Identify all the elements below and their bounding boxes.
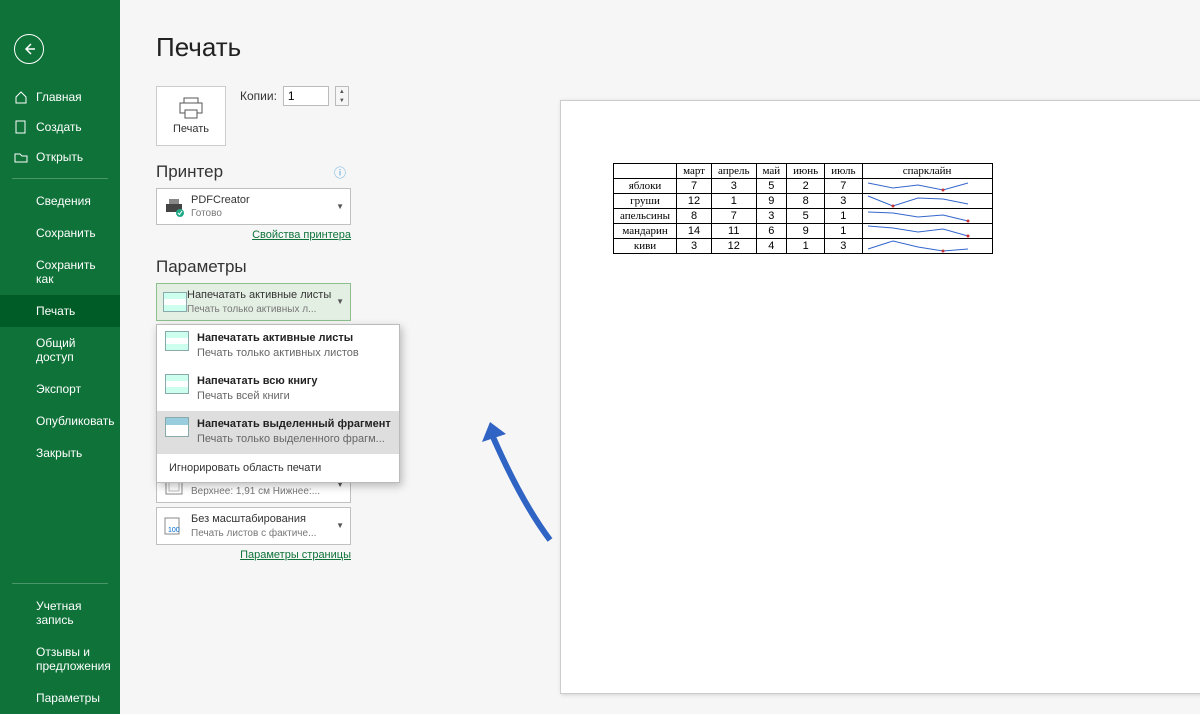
sidebar-separator bbox=[12, 583, 108, 584]
printer-icon bbox=[178, 97, 204, 119]
sidebar-saveas[interactable]: Сохранить как bbox=[0, 249, 120, 295]
backstage-sidebar: Главная Создать Открыть Сведения Сохрани… bbox=[0, 0, 120, 714]
sidebar-label: Создать bbox=[36, 120, 82, 134]
printer-properties-link[interactable]: Свойства принтера bbox=[252, 229, 351, 241]
sheets-icon bbox=[165, 374, 189, 394]
popup-ignore-print-area[interactable]: Игнорировать область печати bbox=[157, 454, 399, 482]
sidebar-info[interactable]: Сведения bbox=[0, 185, 120, 217]
sparkline-icon bbox=[863, 239, 993, 253]
chevron-down-icon: ▼ bbox=[336, 297, 344, 306]
chevron-down-icon: ▼ bbox=[336, 521, 344, 530]
printer-dropdown[interactable]: PDFCreatorГотово ▼ bbox=[156, 188, 351, 225]
copies-label: Копии: bbox=[240, 89, 277, 103]
copies-spinner[interactable]: ▲▼ bbox=[335, 86, 349, 106]
sidebar-label: Главная bbox=[36, 90, 82, 104]
sparkline-icon bbox=[863, 209, 993, 223]
chevron-down-icon: ▼ bbox=[336, 202, 344, 211]
popup-entire-workbook[interactable]: Напечатать всю книгуПечать всей книги bbox=[157, 368, 399, 411]
sidebar-open[interactable]: Открыть bbox=[0, 142, 120, 172]
scaling-dropdown[interactable]: 100 Без масштабированияПечать листов с ф… bbox=[156, 507, 351, 544]
annotation-arrow bbox=[480, 420, 570, 550]
sidebar-feedback[interactable]: Отзывы и предложения bbox=[0, 636, 120, 682]
table-header-row: март апрель май июнь июль спарклайн bbox=[614, 164, 993, 179]
print-button[interactable]: Печать bbox=[156, 86, 226, 146]
open-icon bbox=[14, 150, 28, 164]
page-title: Печать bbox=[156, 32, 1200, 63]
printer-heading: Принтер ⓘ bbox=[156, 162, 476, 182]
sidebar-print[interactable]: Печать bbox=[0, 295, 120, 327]
print-what-dropdown[interactable]: Напечатать активные листыПечать только а… bbox=[156, 283, 351, 320]
scaling-icon: 100 bbox=[163, 515, 185, 537]
sidebar-new[interactable]: Создать bbox=[0, 112, 120, 142]
sheets-icon bbox=[165, 331, 189, 351]
sparkline-icon bbox=[863, 194, 993, 208]
sidebar-share[interactable]: Общий доступ bbox=[0, 327, 120, 373]
copies-input[interactable] bbox=[283, 86, 329, 106]
selection-icon bbox=[165, 417, 189, 437]
table-row: яблоки73527 bbox=[614, 179, 993, 194]
back-button[interactable] bbox=[14, 34, 44, 64]
popup-selection[interactable]: Напечатать выделенный фрагментПечать тол… bbox=[157, 411, 399, 454]
sidebar-close[interactable]: Закрыть bbox=[0, 437, 120, 469]
table-row: апельсины87351 bbox=[614, 209, 993, 224]
page-setup-link[interactable]: Параметры страницы bbox=[240, 549, 351, 561]
sidebar-home[interactable]: Главная bbox=[0, 82, 120, 112]
sidebar-publish[interactable]: Опубликовать bbox=[0, 405, 120, 437]
sparkline-icon bbox=[863, 224, 993, 238]
sheets-icon bbox=[163, 292, 187, 312]
table-row: мандарин1411691 bbox=[614, 224, 993, 239]
table-row: киви312413 bbox=[614, 239, 993, 254]
arrow-left-icon bbox=[21, 41, 37, 57]
sidebar-account[interactable]: Учетная запись bbox=[0, 590, 120, 636]
popup-active-sheets[interactable]: Напечатать активные листыПечать только а… bbox=[157, 325, 399, 368]
printer-device-icon bbox=[163, 196, 185, 218]
new-icon bbox=[14, 120, 28, 134]
svg-text:100: 100 bbox=[168, 527, 180, 534]
sparkline-icon bbox=[863, 179, 993, 193]
preview-table: март апрель май июнь июль спарклайн ябло… bbox=[613, 163, 993, 254]
print-preview: март апрель май июнь июль спарклайн ябло… bbox=[560, 100, 1200, 694]
main-area: Печать Печать Копии: ▲▼ Принтер ⓘ PDFCre… bbox=[120, 0, 1200, 714]
sidebar-save[interactable]: Сохранить bbox=[0, 217, 120, 249]
print-what-popup: Напечатать активные листыПечать только а… bbox=[156, 324, 400, 483]
sidebar-label: Открыть bbox=[36, 150, 83, 164]
sidebar-export[interactable]: Экспорт bbox=[0, 373, 120, 405]
table-row: груши121983 bbox=[614, 194, 993, 209]
info-icon[interactable]: ⓘ bbox=[334, 164, 346, 181]
home-icon bbox=[14, 90, 28, 104]
settings-heading: Параметры bbox=[156, 257, 476, 277]
sidebar-separator bbox=[12, 178, 108, 179]
sidebar-options[interactable]: Параметры bbox=[0, 682, 120, 714]
